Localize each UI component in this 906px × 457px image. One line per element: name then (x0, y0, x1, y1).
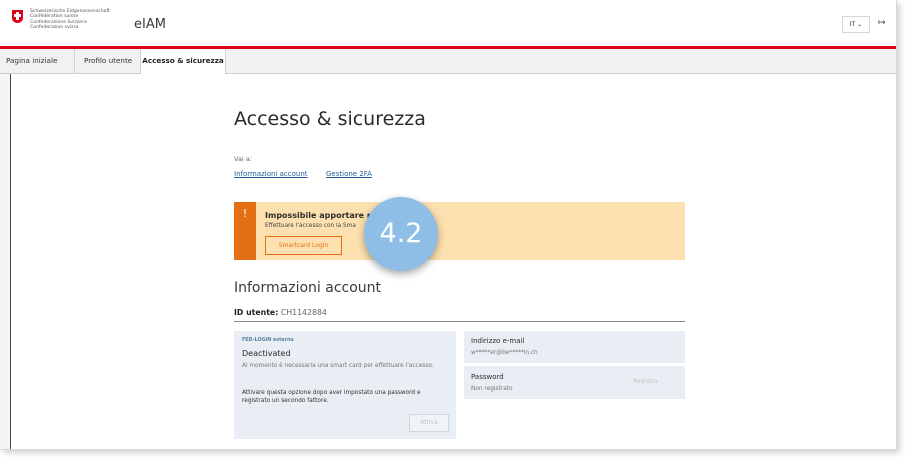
manage-2fa-link[interactable]: Gestione 2FA (326, 170, 372, 178)
alert-text: Effettuare l'accesso con la Sma (265, 223, 356, 229)
section-divider (234, 321, 685, 322)
warning-icon: ! (234, 202, 256, 260)
fed-login-status: Deactivated (242, 349, 291, 358)
fed-login-label: FED-LOGIN esterno (242, 338, 294, 343)
tab-access-security[interactable]: Accesso & sicurezza (140, 49, 226, 74)
page-title: Accesso & sicurezza (234, 108, 426, 130)
content-border (10, 74, 11, 449)
language-label: IT (849, 21, 856, 28)
email-value: w*****er@be*****in.ch (471, 350, 538, 356)
logout-icon[interactable]: ↦ (878, 18, 886, 28)
email-card (464, 331, 685, 363)
register-button[interactable]: Registra (633, 378, 658, 385)
step-badge: 4.2 (364, 197, 438, 271)
tab-divider (74, 49, 75, 73)
user-id-label: ID utente: (234, 308, 279, 317)
browser-window: Schweizerische Eidgenossenschaft Confédé… (0, 0, 897, 450)
account-section-title: Informazioni account (234, 280, 382, 296)
password-label: Password (471, 373, 504, 381)
swiss-flag-icon (12, 10, 23, 23)
smartcard-login-button[interactable]: Smartcard Login (265, 236, 342, 255)
tab-home[interactable]: Pagina iniziale (6, 49, 57, 73)
activate-button[interactable]: Attiva (409, 414, 449, 432)
email-label: Indirizzo e-mail (471, 337, 525, 345)
chevron-down-icon: ⌄ (857, 21, 863, 28)
app-title: eIAM (134, 17, 166, 32)
top-header: Schweizerische Eidgenossenschaft Confédé… (0, 0, 896, 49)
user-id: ID utente: CH1142884 (234, 308, 327, 317)
fed-login-note: Attivare questa opzione dopo aver impost… (242, 390, 421, 404)
account-info-link[interactable]: Informazioni account (234, 170, 308, 178)
password-value: Non registrato (471, 386, 513, 392)
goto-label: Vai a: (234, 155, 252, 163)
confederation-label: Schweizerische Eidgenossenschaft Confédé… (30, 9, 110, 31)
language-selector[interactable]: IT ⌄ (842, 16, 870, 33)
tab-user-profile[interactable]: Profilo utente (84, 49, 132, 73)
user-id-value: CH1142884 (280, 308, 327, 317)
alert-title: Impossibile apportare m (265, 211, 376, 220)
tab-bar: Pagina iniziale Profilo utente Accesso &… (0, 49, 896, 74)
confederation-line: Confederaziun svizra (30, 25, 79, 31)
fed-login-description: Al momento è necessaria una smart card p… (242, 363, 434, 369)
